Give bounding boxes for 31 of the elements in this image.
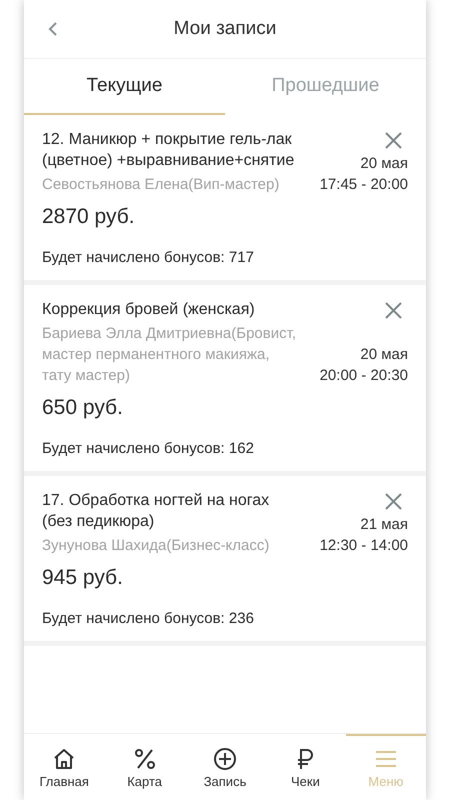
appointment-time: 17:45 - 20:00 [320,175,408,195]
appointment-time: 20:00 - 20:30 [320,366,408,386]
home-icon [52,747,76,771]
master-name: Зунунова Шахида(Бизнес-класс) [42,536,270,556]
appointment-date: 20 мая [359,345,408,365]
master-name: Бариева Элла Дмитриевна(Бровист, мастер перманентного макияжа, тату мастер) [42,324,297,386]
bonus-text: Будет начислено бонусов: 236 [42,610,255,627]
bonus-text: Будет начислено бонусов: 162 [42,440,255,457]
service-name: 12. Маникюр + покрытие гель-лак (цветное) +выравнивание+снятие [42,130,296,171]
price: 2870 руб. [42,205,136,229]
close-icon[interactable] [385,132,402,149]
nav-item[interactable]: Главная [24,734,104,800]
add-circle-icon [213,747,238,771]
price: 945 руб. [42,566,124,590]
bonus-text: Будет начислено бонусов: 717 [42,249,255,266]
close-icon[interactable] [385,302,402,319]
service-name: Коррекция бровей (женская) [42,300,256,320]
percent-icon [132,747,157,771]
back-icon[interactable] [48,21,58,37]
appointment-time: 12:30 - 14:00 [320,536,408,556]
nav-item[interactable]: Карта [104,734,185,800]
appointment-date: 21 мая [359,515,408,535]
service-name: 17. Обработка ногтей на ногах (без педикюра) [42,491,270,532]
page-title: Мои записи [174,18,276,40]
nav-item[interactable]: Запись [184,734,266,800]
close-icon[interactable] [385,493,402,510]
master-name: Севостьянова Елена(Вип-мастер) [42,175,280,195]
price: 650 руб. [42,396,124,420]
tab[interactable]: Текущие [24,59,225,115]
appointment-date: 20 мая [359,154,408,174]
nav-item[interactable]: Чеки [265,734,346,800]
